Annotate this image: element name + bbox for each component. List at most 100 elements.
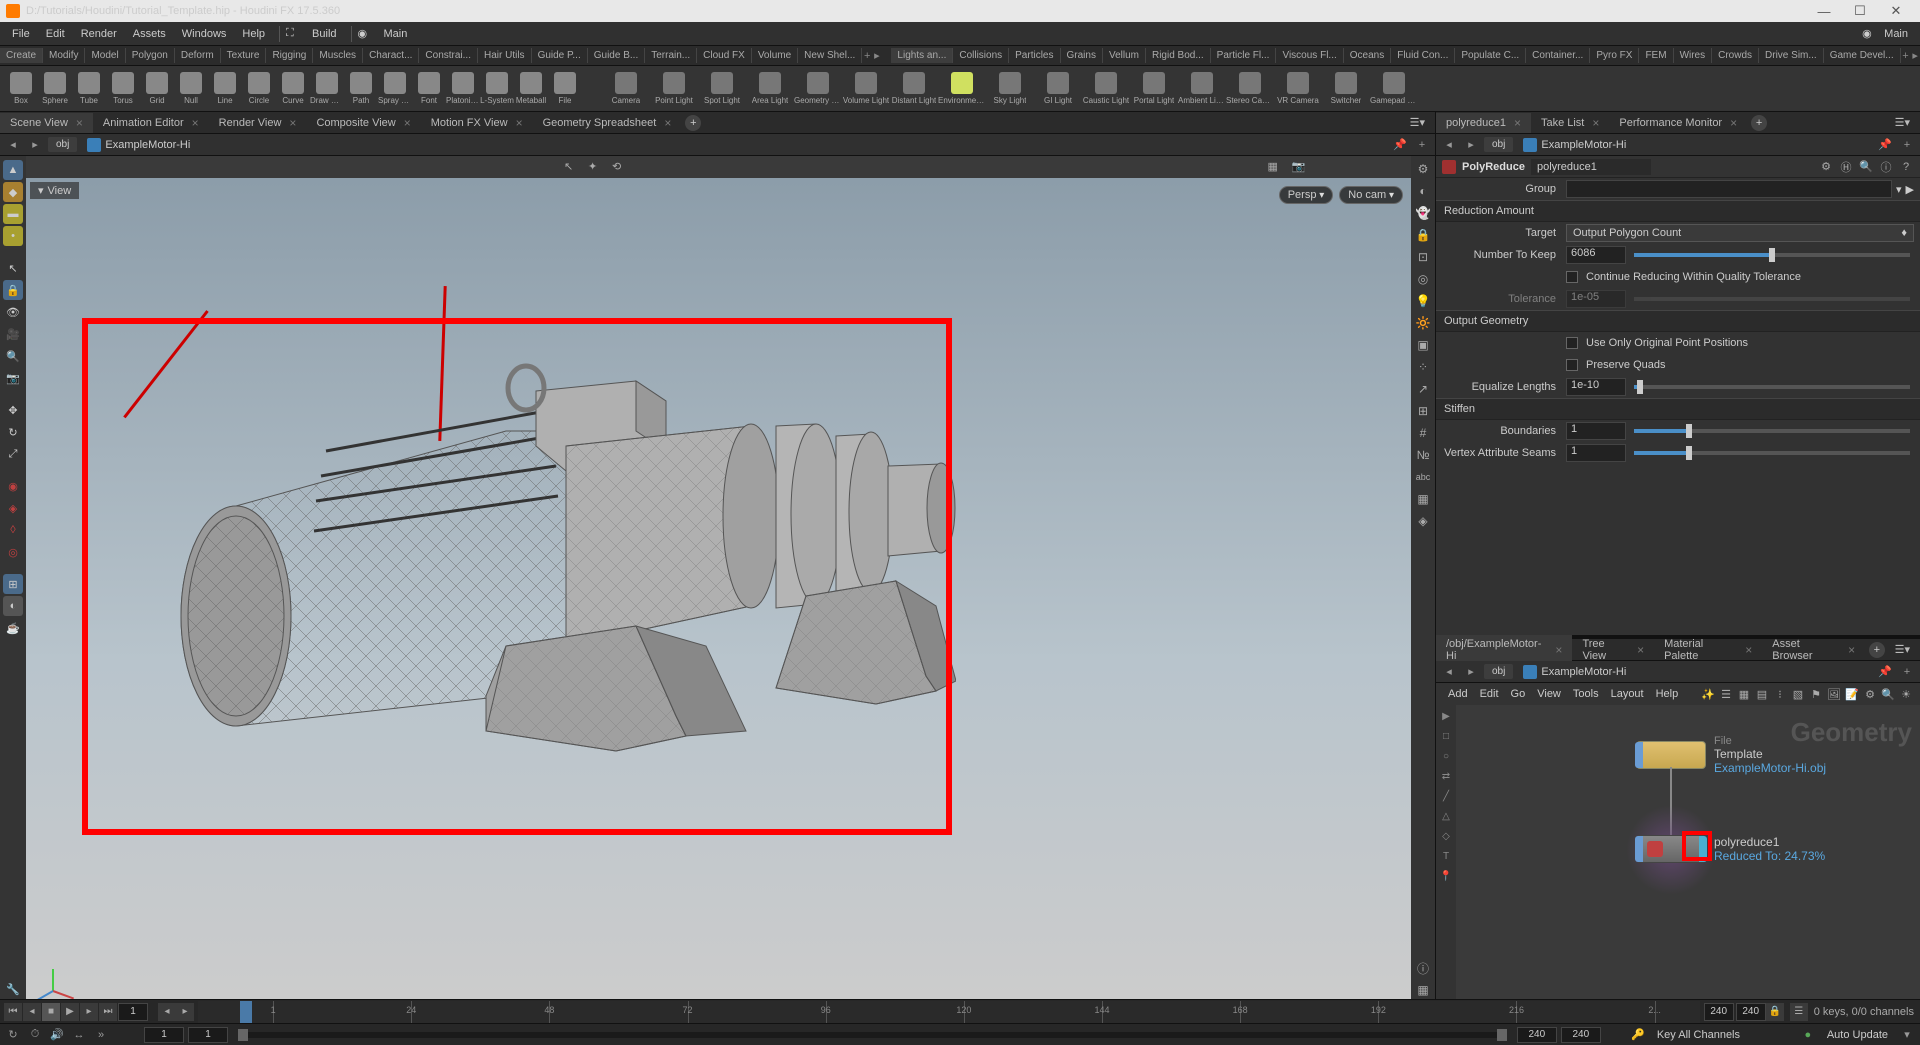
shelf-tool[interactable]: Sky Light	[986, 72, 1034, 105]
net-path-fwd[interactable]: ▸	[1462, 663, 1480, 681]
shelf-tool[interactable]: Volume Light	[842, 72, 890, 105]
shelf-tab[interactable]: Oceans	[1344, 48, 1391, 63]
display-options-icon[interactable]: ⚙	[1414, 160, 1432, 178]
shelf-tab[interactable]: Drive Sim...	[1759, 48, 1824, 63]
net-tool-colors-icon[interactable]: ▧	[1790, 686, 1806, 702]
shelf-tool[interactable]: Distant Light	[890, 72, 938, 105]
scale-tool[interactable]: ⤢	[3, 444, 23, 464]
footer-range-end-handle[interactable]	[1497, 1029, 1507, 1041]
radial-menu-right-icon[interactable]: ◉	[1862, 27, 1876, 41]
3d-viewport[interactable]: ↖ ✦ ⟲ ▦ 📷 ▾ View Persp ▾ No cam ▾	[26, 156, 1411, 999]
shelf-tab[interactable]: Texture	[221, 48, 267, 63]
shelf-tool[interactable]: Ambient Light	[1178, 72, 1226, 105]
shelf-tool[interactable]: Switcher	[1322, 72, 1370, 105]
net-side-line-icon[interactable]: ╱	[1439, 791, 1453, 805]
shelf-tab[interactable]: New Shel...	[798, 48, 862, 63]
network-menu-item[interactable]: Go	[1505, 686, 1532, 702]
construction-plane-tool[interactable]: ⊞	[3, 574, 23, 594]
shelf-tab[interactable]: Pyro FX	[1590, 48, 1639, 63]
shelf-tool[interactable]: Area Light	[746, 72, 794, 105]
shelf-tool[interactable]: Gamepad Camera	[1370, 72, 1418, 105]
shelf-tool[interactable]: Draw Curve	[310, 72, 344, 105]
net-tool-cog-icon[interactable]: ⚙	[1862, 686, 1878, 702]
net-tool-grid-icon[interactable]: ▦	[1736, 686, 1752, 702]
net-tool-table-icon[interactable]: ▤	[1754, 686, 1770, 702]
pane-menu-icon[interactable]: ☰▾	[1400, 113, 1435, 132]
camera-dropdown[interactable]: No cam ▾	[1339, 186, 1403, 204]
footer-start-field[interactable]	[144, 1027, 184, 1043]
desktop-build[interactable]: Build	[304, 25, 344, 43]
pane-tab[interactable]: Material Palette×	[1654, 635, 1762, 665]
shelf-tool[interactable]: Path	[344, 72, 378, 105]
pane-tab[interactable]: Take List×	[1531, 113, 1609, 133]
shelf-tool[interactable]: Camera	[602, 72, 650, 105]
menu-edit[interactable]: Edit	[38, 25, 73, 43]
window-maximize-button[interactable]: ☐	[1842, 0, 1878, 22]
shelf-tab[interactable]: Viscous Fl...	[1276, 48, 1343, 63]
shelf-left-arrow[interactable]: ▸	[872, 49, 882, 62]
origpts-checkbox[interactable]	[1566, 337, 1578, 349]
shelf-tab[interactable]: Rigging	[266, 48, 313, 63]
hidden-line-icon[interactable]: ◎	[1414, 270, 1432, 288]
network-view[interactable]: ▶ □ ○ ⇄ ╱ △ ◇ T 📍 Geometry File Templa	[1436, 705, 1920, 999]
window-close-button[interactable]: ✕	[1878, 0, 1914, 22]
add-param-tab[interactable]: +	[1751, 115, 1767, 131]
shelf-tab[interactable]: Container...	[1526, 48, 1590, 63]
shelf-tool[interactable]: Spray Paint	[378, 72, 412, 105]
shelf-tool[interactable]: L-System	[480, 72, 514, 105]
pane-tab[interactable]: polyreduce1×	[1436, 113, 1531, 133]
lighting-icon[interactable]: 💡	[1414, 292, 1432, 310]
net-side-link-icon[interactable]: ⇄	[1439, 771, 1453, 785]
timeline-last-button[interactable]: ⏭	[99, 1003, 117, 1021]
select-edges-tool[interactable]: ▬	[3, 204, 23, 224]
close-icon[interactable]: ×	[1592, 116, 1599, 130]
material-icon[interactable]: ▣	[1414, 336, 1432, 354]
vp-header-camera-icon[interactable]: 📷	[1292, 160, 1306, 174]
brush-mode-icon[interactable]: ⟲	[612, 160, 626, 174]
timeline-first-button[interactable]: ⏮	[4, 1003, 22, 1021]
arrow-tool[interactable]: ↖	[3, 258, 23, 278]
net-tool-image-icon[interactable]: 🖼	[1826, 686, 1842, 702]
path-fwd-button[interactable]: ▸	[26, 136, 44, 154]
search-icon[interactable]: 🔍	[1858, 159, 1874, 175]
shelf-tab[interactable]: Rigid Bod...	[1146, 48, 1211, 63]
close-icon[interactable]: ×	[289, 116, 296, 130]
shelf-tab[interactable]: Game Devel...	[1824, 48, 1901, 63]
output-geometry-section[interactable]: Output Geometry	[1436, 310, 1920, 332]
persp-dropdown[interactable]: Persp ▾	[1279, 186, 1334, 204]
visualize-tool[interactable]: ◐	[3, 596, 23, 616]
path-back-button[interactable]: ◂	[4, 136, 22, 154]
net-path-scene[interactable]: ExampleMotor-Hi	[1517, 663, 1632, 681]
pane-tab[interactable]: Performance Monitor×	[1609, 113, 1747, 133]
shelf-tool[interactable]: Stereo Camera	[1226, 72, 1274, 105]
view-tool[interactable]: 👁	[3, 302, 23, 322]
timeline-key-prev[interactable]: ◂	[158, 1003, 176, 1021]
reduction-amount-section[interactable]: Reduction Amount	[1436, 200, 1920, 222]
vp-header-layout-icon[interactable]: ▦	[1268, 160, 1282, 174]
net-plus-icon[interactable]: +	[1898, 663, 1916, 681]
shelf-tab[interactable]: Deform	[175, 48, 221, 63]
net-path-obj[interactable]: obj	[1484, 664, 1513, 679]
move-tool[interactable]: ✥	[3, 400, 23, 420]
shelf-tab[interactable]: Particles	[1009, 48, 1060, 63]
shelf-tool[interactable]: Sphere	[38, 72, 72, 105]
prim-num-icon[interactable]: #	[1414, 424, 1432, 442]
param-path-obj[interactable]: obj	[1484, 137, 1513, 152]
close-icon[interactable]: ×	[76, 116, 83, 130]
render-region-tool[interactable]: 🎥	[3, 324, 23, 344]
build-icon[interactable]: ⛶	[286, 27, 300, 41]
footer-key-icon[interactable]: 🔑	[1629, 1026, 1647, 1044]
shelf-tab[interactable]: Guide B...	[588, 48, 645, 63]
menu-windows[interactable]: Windows	[174, 25, 235, 43]
grid-icon[interactable]: ▦	[1414, 981, 1432, 999]
menu-assets[interactable]: Assets	[125, 25, 174, 43]
key-all-channels-button[interactable]: Key All Channels	[1651, 1029, 1761, 1041]
plus-icon[interactable]: +	[1413, 136, 1431, 154]
net-side-box-icon[interactable]: □	[1439, 731, 1453, 745]
ghost-icon[interactable]: 👻	[1414, 204, 1432, 222]
target-dropdown[interactable]: Output Polygon Count♦	[1566, 224, 1914, 242]
param-path-fwd[interactable]: ▸	[1462, 136, 1480, 154]
file-node-body[interactable]	[1636, 741, 1706, 769]
timeline-rangeend-field[interactable]	[1704, 1003, 1734, 1021]
timeline-key-next[interactable]: ▸	[176, 1003, 194, 1021]
